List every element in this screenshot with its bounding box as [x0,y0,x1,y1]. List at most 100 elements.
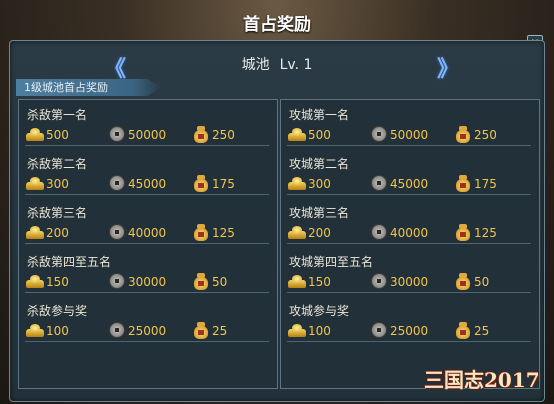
copper-coin-icon [369,223,389,241]
row-divider [287,292,531,293]
rank-label: 杀敌第二名 [27,157,88,171]
gold-amount: 300 [46,177,69,191]
coins-amount: 50000 [128,128,167,142]
gold-ingot-icon [287,321,307,339]
gold-amount: 200 [46,226,69,240]
rank-label: 杀敌第四至五名 [27,255,112,269]
row-divider [287,145,531,146]
game-logo: 三国志2017 [424,368,540,392]
row-divider [25,194,269,195]
row-divider [25,341,269,342]
money-bag-icon [453,272,473,290]
rank-label: 攻城第一名 [289,108,350,122]
reward-row: 杀敌第三名 200 40000 125 [19,198,277,248]
copper-coin-icon [107,272,127,290]
reward-row: 攻城第一名 500 50000 250 [281,100,539,150]
copper-coin-icon [369,321,389,339]
reward-row: 杀敌第一名 500 50000 250 [19,100,277,150]
gold-amount: 150 [46,275,69,289]
rank-label: 杀敌第一名 [27,108,88,122]
money-bag-icon [191,272,211,290]
coins-amount: 25000 [128,324,167,338]
coins-amount: 25000 [390,324,429,338]
rank-label: 杀敌第三名 [27,206,88,220]
money-bag-icon [453,174,473,192]
reward-row: 杀敌第二名 300 45000 175 [19,149,277,199]
reward-row: 杀敌参与奖 100 25000 25 [19,296,277,346]
copper-coin-icon [369,272,389,290]
gold-ingot-icon [25,174,45,192]
money-bag-icon [191,174,211,192]
money-bag-icon [191,223,211,241]
bag-amount: 250 [212,128,235,142]
copper-coin-icon [369,125,389,143]
reward-row: 攻城第二名 300 45000 175 [281,149,539,199]
copper-coin-icon [107,174,127,192]
coins-amount: 30000 [128,275,167,289]
rank-label: 攻城第三名 [289,206,350,220]
coins-amount: 45000 [390,177,429,191]
level-value: Lv. 1 [279,57,313,73]
gold-ingot-icon [25,272,45,290]
bag-amount: 125 [212,226,235,240]
gold-amount: 100 [308,324,331,338]
money-bag-icon [453,223,473,241]
gold-amount: 300 [308,177,331,191]
rank-label: 攻城第四至五名 [289,255,374,269]
level-label: 城池 Lv. 1 [10,54,544,74]
reward-row: 攻城第三名 200 40000 125 [281,198,539,248]
kill-rewards-list: 杀敌第一名 500 50000 250 杀敌第二名 300 45000 175 杀敌第三名 200… [18,99,278,389]
money-bag-icon [453,125,473,143]
bag-amount: 50 [212,275,228,289]
level-header: 《 城池 Lv. 1 》 [10,49,544,82]
gold-amount: 500 [308,128,331,142]
bag-amount: 50 [474,275,490,289]
bag-amount: 175 [212,177,235,191]
row-divider [25,145,269,146]
money-bag-icon [191,125,211,143]
copper-coin-icon [107,125,127,143]
section-heading: 1级城池首占奖励 [16,79,162,96]
bag-amount: 175 [474,177,497,191]
next-level-button[interactable]: 》 [437,51,459,83]
gold-ingot-icon [25,321,45,339]
reward-row: 攻城第四至五名 150 30000 50 [281,247,539,297]
copper-coin-icon [107,223,127,241]
city-label: 城池 [241,57,270,73]
rank-label: 杀敌参与奖 [27,304,88,318]
reward-row: 攻城参与奖 100 25000 25 [281,296,539,346]
gold-ingot-icon [25,223,45,241]
gold-amount: 100 [46,324,69,338]
gold-ingot-icon [25,125,45,143]
row-divider [287,243,531,244]
coins-amount: 40000 [390,226,429,240]
row-divider [25,243,269,244]
rewards-panel: 《 城池 Lv. 1 》 1级城池首占奖励 杀敌第一名 500 50000 250 杀敌第… [9,40,545,402]
bag-amount: 25 [212,324,228,338]
row-divider [287,341,531,342]
rank-label: 攻城第二名 [289,157,350,171]
copper-coin-icon [369,174,389,192]
bag-amount: 250 [474,128,497,142]
coins-amount: 45000 [128,177,167,191]
bag-amount: 25 [474,324,490,338]
gold-amount: 150 [308,275,331,289]
coins-amount: 40000 [128,226,167,240]
window-title: 首占奖励 [243,15,311,35]
siege-rewards-list: 攻城第一名 500 50000 250 攻城第二名 300 45000 175 攻城第三名 200… [280,99,540,389]
rank-label: 攻城参与奖 [289,304,350,318]
coins-amount: 50000 [390,128,429,142]
gold-amount: 500 [46,128,69,142]
gold-ingot-icon [287,223,307,241]
row-divider [25,292,269,293]
reward-row: 杀敌第四至五名 150 30000 50 [19,247,277,297]
gold-amount: 200 [308,226,331,240]
coins-amount: 30000 [390,275,429,289]
money-bag-icon [453,321,473,339]
row-divider [287,194,531,195]
bag-amount: 125 [474,226,497,240]
copper-coin-icon [107,321,127,339]
gold-ingot-icon [287,272,307,290]
money-bag-icon [191,321,211,339]
gold-ingot-icon [287,125,307,143]
